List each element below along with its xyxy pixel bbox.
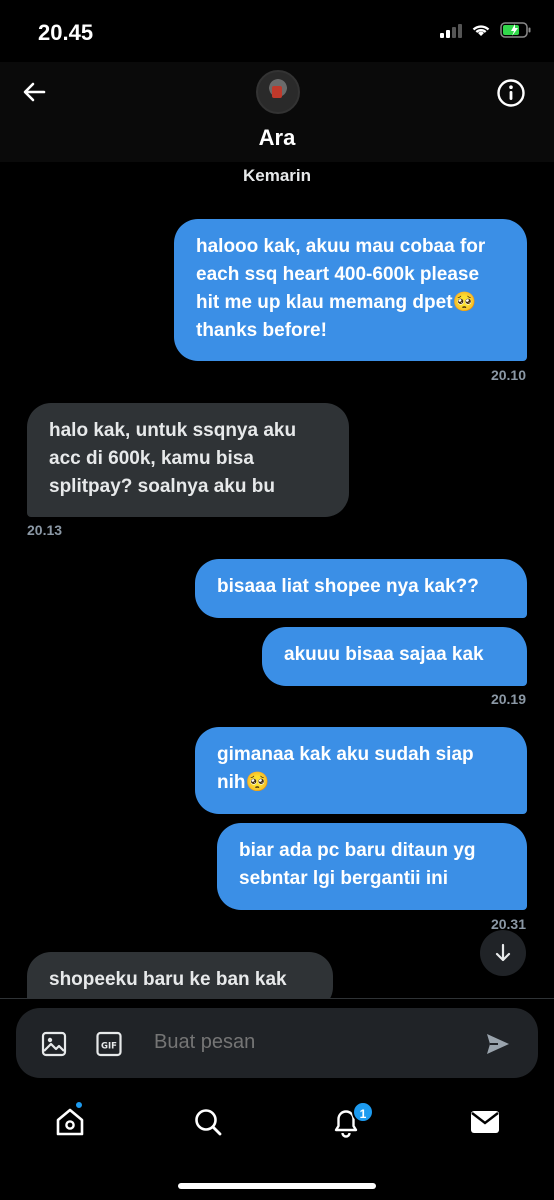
tab-search[interactable] (188, 1102, 228, 1142)
message-bubble-outgoing[interactable]: akuuu bisaa sajaa kak (262, 627, 527, 686)
status-icons (440, 22, 532, 38)
message-bubble-outgoing[interactable]: biar ada pc baru ditaun yg sebntar lgi b… (217, 823, 527, 910)
wifi-icon (472, 25, 490, 36)
mail-icon (471, 1111, 499, 1133)
avatar[interactable] (256, 70, 300, 114)
date-separator: Kemarin (242, 166, 312, 185)
message-composer[interactable]: GIF (16, 1008, 538, 1078)
tab-messages[interactable] (465, 1102, 505, 1142)
scroll-to-bottom-button[interactable] (480, 930, 526, 976)
info-icon[interactable] (496, 78, 526, 108)
message-bubble-outgoing[interactable]: halooo kak, akuu mau cobaa for each ssq … (174, 219, 527, 361)
search-icon (195, 1109, 222, 1136)
conversation-header: Ara (0, 62, 554, 162)
image-icon[interactable] (40, 1030, 68, 1058)
battery-icon (500, 22, 531, 38)
message-bubble-outgoing[interactable]: gimanaa kak aku sudah siap nih🥺 (195, 727, 527, 814)
home-icon (56, 1108, 84, 1136)
message-bubble-outgoing[interactable]: bisaaa liat shopee nya kak?? (195, 559, 527, 618)
home-indicator (178, 1183, 376, 1189)
status-bar: 20.45 (0, 0, 554, 62)
status-time: 20.45 (38, 20, 94, 45)
tab-home[interactable] (50, 1102, 90, 1142)
contact-name[interactable]: Ara (0, 125, 554, 151)
arrow-down-icon (495, 943, 511, 962)
gif-icon[interactable]: GIF (95, 1030, 123, 1058)
message-time: 20.13 (27, 522, 63, 538)
message-input[interactable] (154, 1031, 474, 1054)
message-time: 20.10 (490, 367, 526, 383)
back-arrow-icon[interactable] (18, 76, 50, 108)
notification-badge: 1 (352, 1101, 374, 1123)
message-time: 20.19 (490, 691, 526, 707)
message-bubble-incoming[interactable]: halo kak, untuk ssqnya aku acc di 600k, … (27, 403, 349, 517)
signal-icon (440, 22, 462, 38)
message-time: 20.31 (490, 916, 526, 932)
send-icon[interactable] (484, 1030, 512, 1058)
new-content-dot (74, 1100, 84, 1110)
svg-text:GIF: GIF (101, 1042, 117, 1052)
